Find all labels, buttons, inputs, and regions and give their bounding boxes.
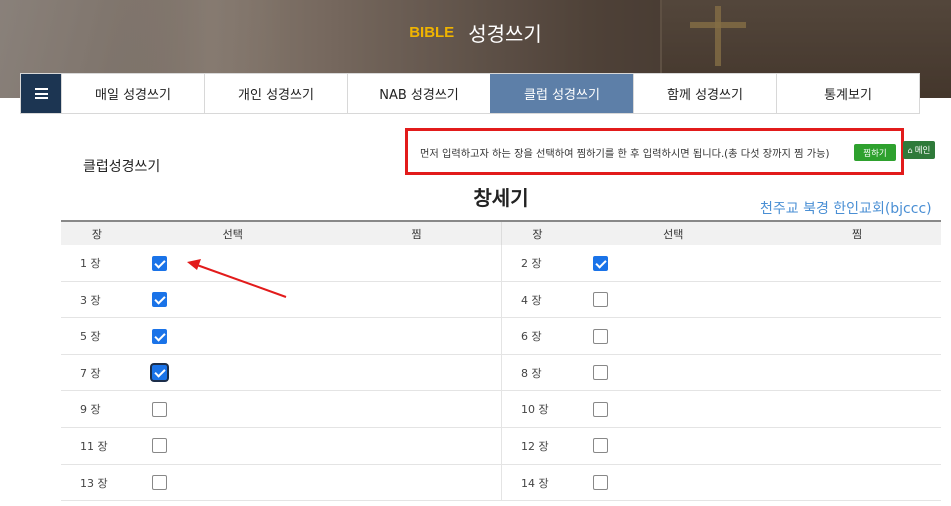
page: BIBLE 성경쓰기 매일 성경쓰기 개인 성경쓰기 NAB 성경쓰기 클럽 성경… bbox=[0, 0, 951, 506]
annotation-arrow bbox=[187, 259, 287, 298]
